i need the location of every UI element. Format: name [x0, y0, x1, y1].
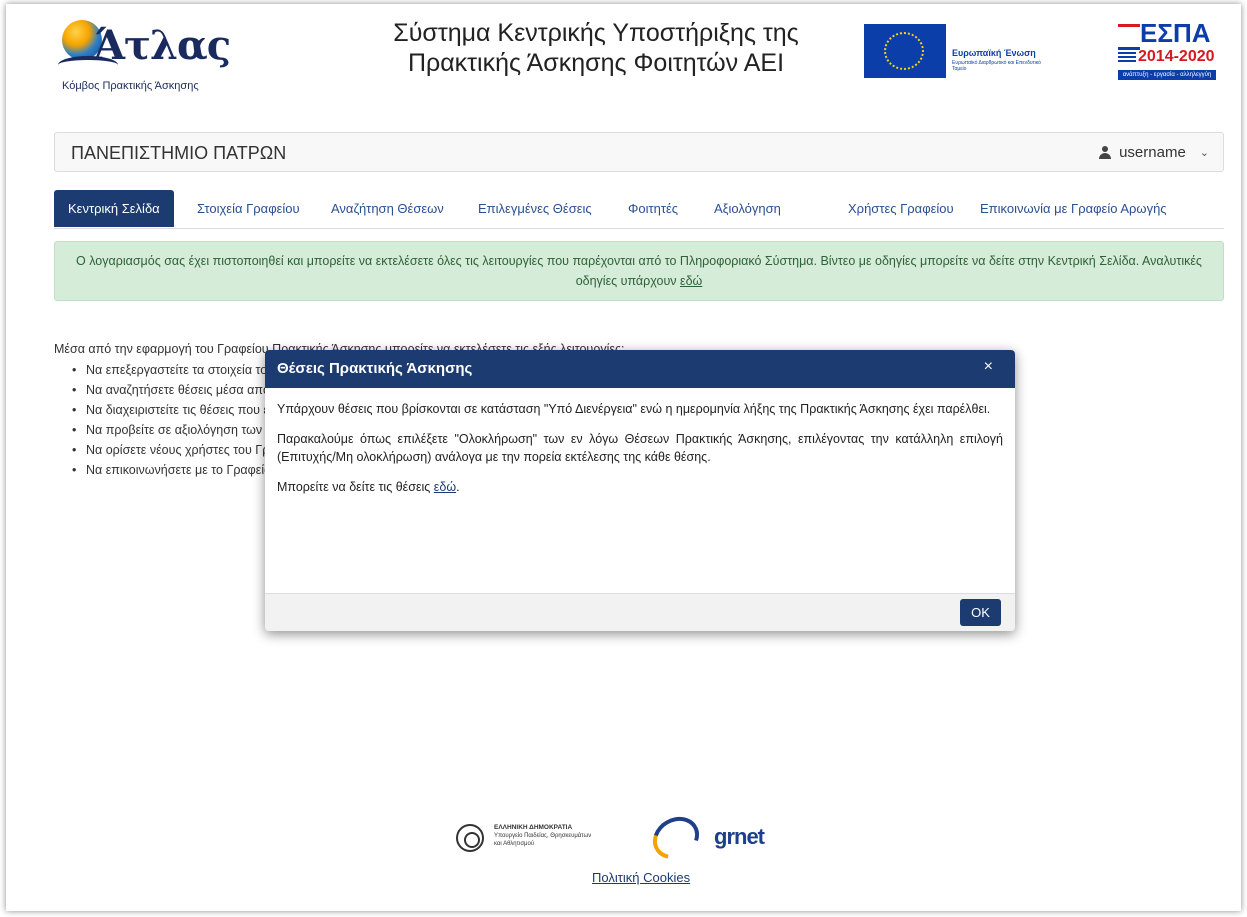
modal-paragraph-1: Υπάρχουν θέσεις που βρίσκονται σε κατάστ… — [277, 402, 991, 416]
modal-p3-prefix: Μπορείτε να δείτε τις θέσεις — [277, 480, 434, 494]
modal-title: Θέσεις Πρακτικής Άσκησης — [277, 360, 473, 377]
ok-button[interactable]: OK — [960, 599, 1001, 626]
modal-body: Υπάρχουν θέσεις που βρίσκονται σε κατάστ… — [265, 388, 1015, 578]
internship-positions-modal: Θέσεις Πρακτικής Άσκησης × Υπάρχουν θέσε… — [265, 350, 1015, 631]
close-icon[interactable]: × — [984, 358, 993, 376]
modal-header: Θέσεις Πρακτικής Άσκησης × — [265, 350, 1015, 388]
modal-footer: OK — [265, 593, 1015, 631]
modal-paragraph-3: Μπορείτε να δείτε τις θέσεις εδώ. — [277, 478, 1003, 496]
browser-page: Άτλας Κόμβος Πρακτικής Άσκησης Σύστημα Κ… — [6, 4, 1241, 911]
modal-p3-suffix: . — [456, 480, 460, 494]
modal-positions-link[interactable]: εδώ — [434, 480, 456, 494]
modal-paragraph-2: Παρακαλούμε όπως επιλέξετε "Ολοκλήρωση" … — [277, 432, 1003, 464]
